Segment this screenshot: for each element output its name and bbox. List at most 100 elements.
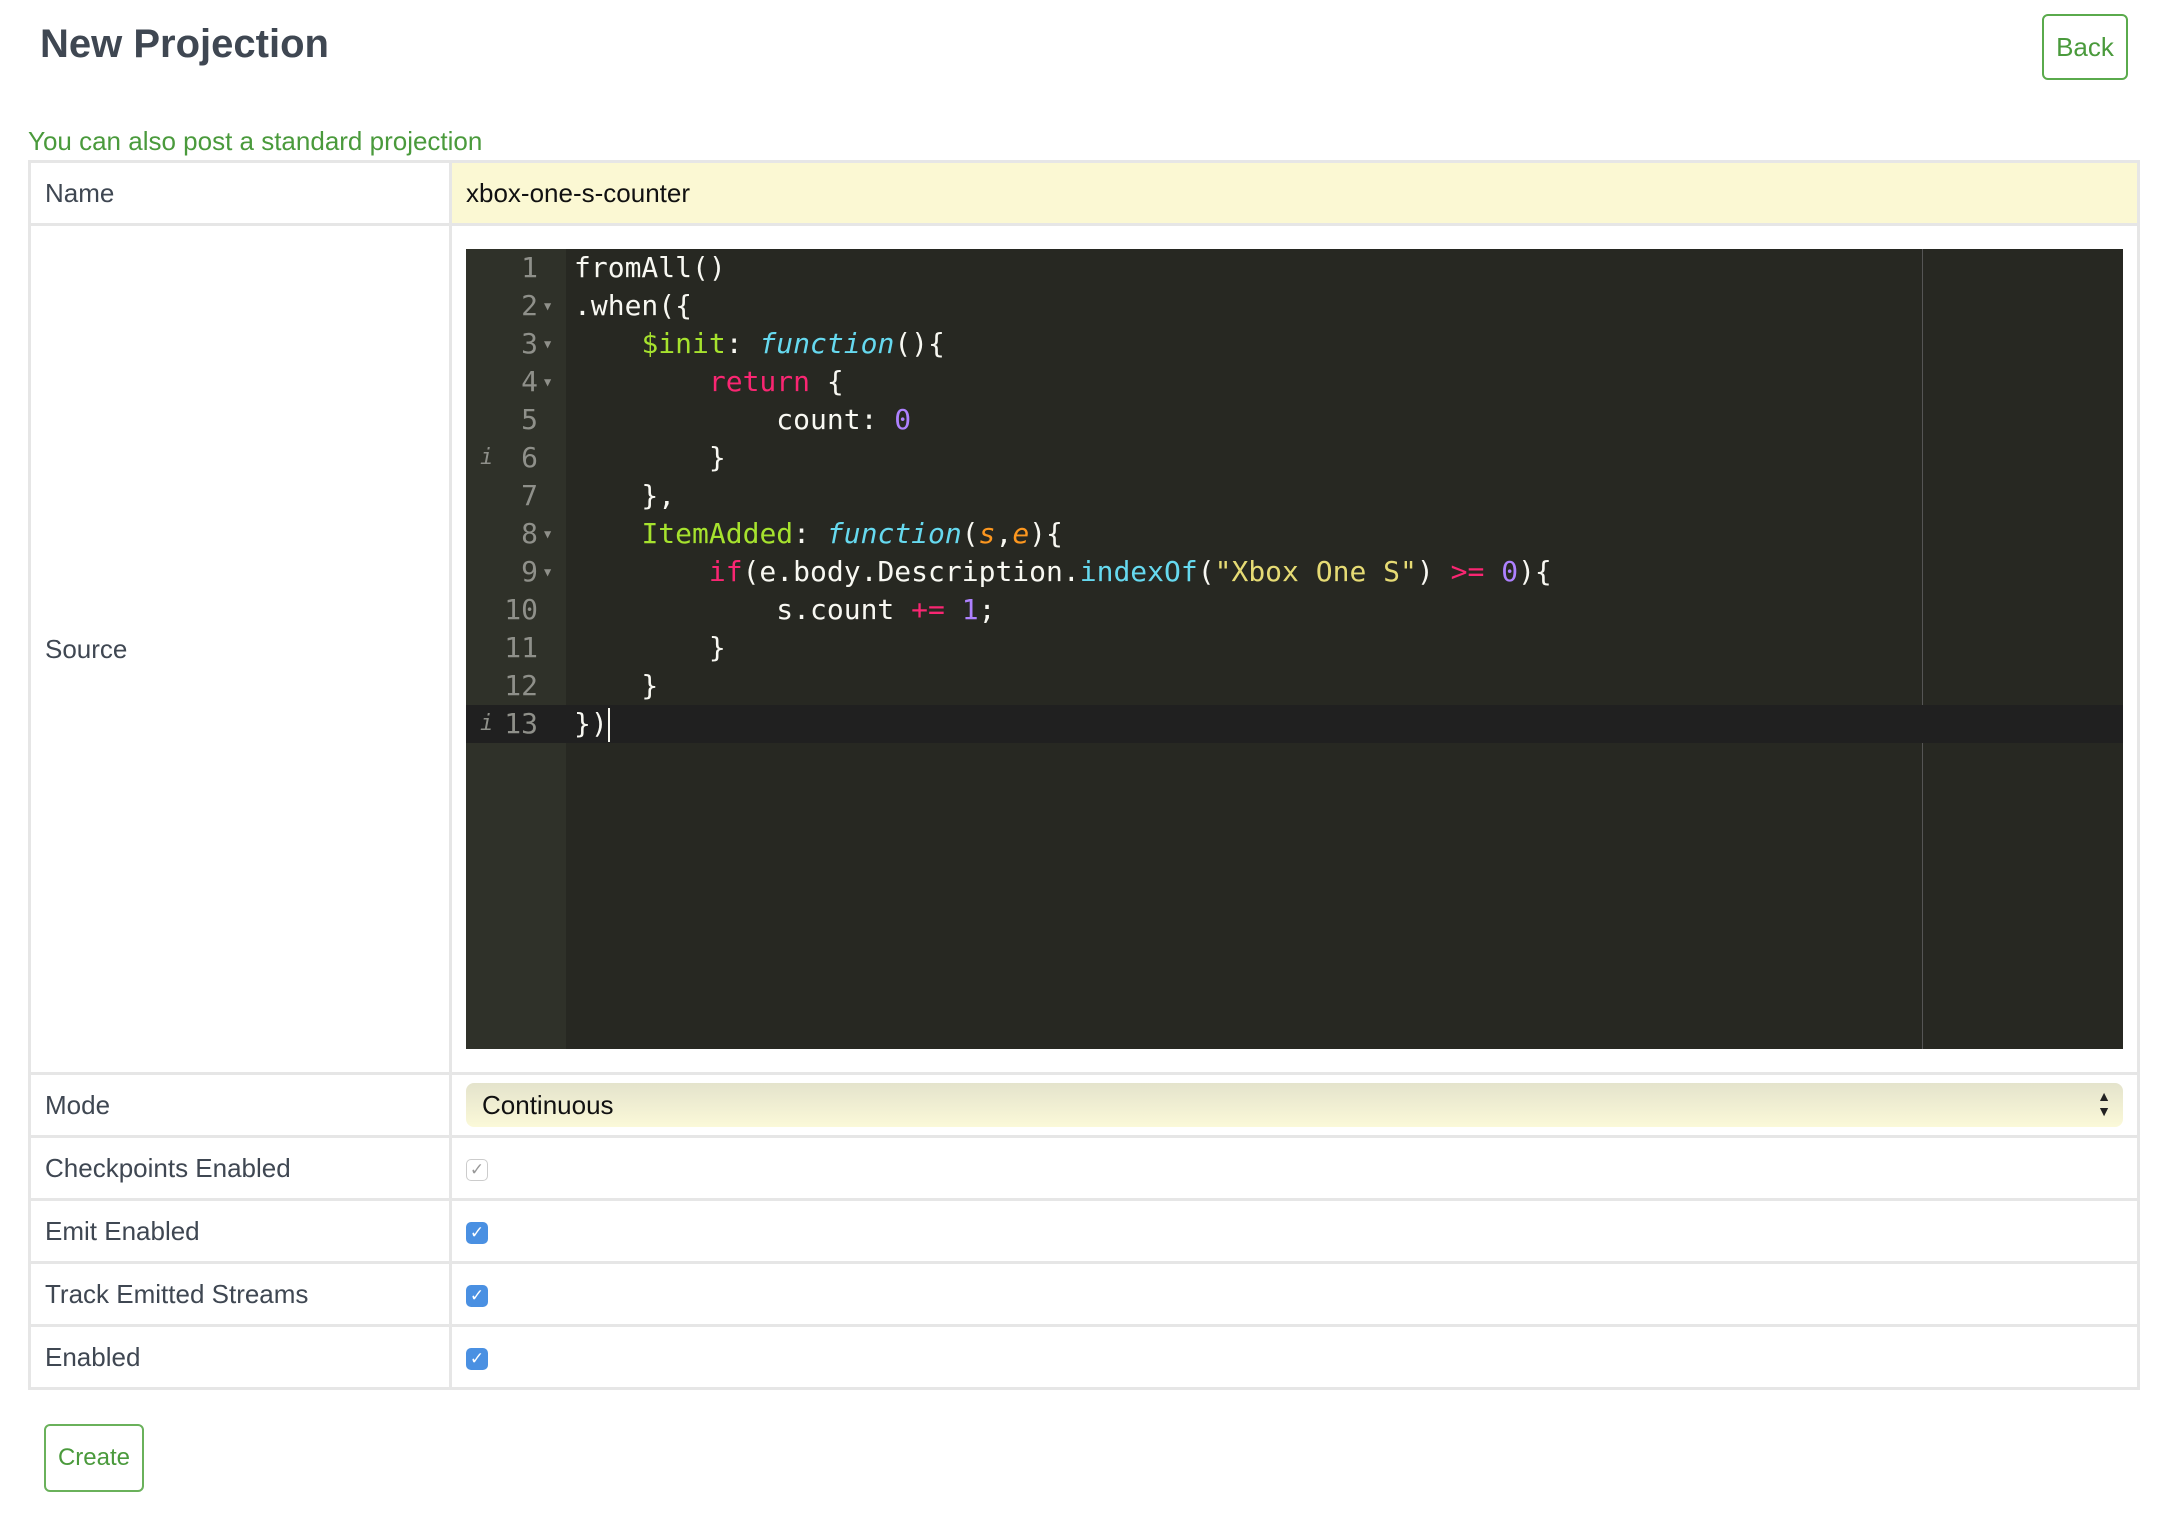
select-arrows-icon: ▲ ▼ bbox=[2097, 1088, 2111, 1119]
code-text: count: 0 bbox=[574, 401, 911, 439]
code-text: } bbox=[574, 629, 726, 667]
code-line: 12 } bbox=[466, 667, 2123, 705]
code-token: 0 bbox=[894, 403, 912, 436]
checkpoints-label: Checkpoints Enabled bbox=[28, 1135, 452, 1201]
code-token: indexOf bbox=[1079, 555, 1198, 588]
back-button[interactable]: Back bbox=[2042, 14, 2128, 80]
name-label: Name bbox=[28, 160, 452, 226]
code-token: { bbox=[810, 365, 844, 398]
emit-checkbox[interactable]: ✓ bbox=[466, 1221, 488, 1244]
source-row: Source 1 fromAll() 2 ▼ .when({3 ▼ $init: func… bbox=[28, 223, 2140, 1075]
line-number: 2 bbox=[521, 289, 538, 322]
code-token: .when({ bbox=[574, 289, 693, 322]
fold-arrow-icon[interactable]: ▼ bbox=[544, 325, 551, 363]
code-token: e bbox=[1012, 517, 1030, 550]
mode-label: Mode bbox=[28, 1072, 452, 1138]
code-token: += bbox=[911, 593, 945, 626]
code-text: ItemAdded: function(s,e){ bbox=[574, 515, 1063, 553]
code-line: 3 ▼ $init: function(){ bbox=[466, 325, 2123, 363]
line-number: 11 bbox=[504, 631, 538, 664]
code-line: 9 ▼ if(e.body.Description.indexOf("Xbox O… bbox=[466, 553, 2123, 591]
code-token: "Xbox One S" bbox=[1214, 555, 1417, 588]
code-token: : bbox=[725, 327, 760, 360]
code-line: 2 ▼ .when({ bbox=[466, 287, 2123, 325]
code-text: if(e.body.Description.indexOf("Xbox One … bbox=[574, 553, 1552, 591]
line-number: 3 bbox=[521, 327, 538, 360]
checkpoints-row: Checkpoints Enabled ✓ bbox=[28, 1135, 2140, 1201]
code-token: 0 bbox=[1501, 555, 1519, 588]
source-code-editor[interactable]: 1 fromAll() 2 ▼ .when({3 ▼ $init: function(){… bbox=[466, 249, 2123, 1049]
mode-row: Mode Continuous ▲ ▼ bbox=[28, 1072, 2140, 1138]
code-token: } bbox=[574, 631, 726, 664]
code-text: fromAll() bbox=[574, 249, 726, 287]
code-token: }) bbox=[574, 707, 608, 740]
code-token: return bbox=[708, 365, 811, 398]
line-number: 7 bbox=[521, 479, 538, 512]
code-token: >= bbox=[1450, 555, 1485, 588]
line-number: 10 bbox=[504, 593, 538, 626]
code-token: ; bbox=[978, 593, 996, 626]
mode-select[interactable]: Continuous ▲ ▼ bbox=[466, 1083, 2123, 1127]
line-number: 12 bbox=[504, 669, 538, 702]
code-text: }, bbox=[574, 477, 675, 515]
code-token: }, bbox=[574, 479, 676, 512]
fold-arrow-icon[interactable]: ▼ bbox=[544, 287, 551, 325]
code-line: 1 fromAll() bbox=[466, 249, 2123, 287]
code-token: ItemAdded bbox=[641, 517, 794, 550]
enabled-row: Enabled ✓ bbox=[28, 1324, 2140, 1390]
code-token: s.count bbox=[574, 593, 912, 626]
checkpoints-checkbox[interactable]: ✓ bbox=[466, 1158, 488, 1181]
create-button[interactable]: Create bbox=[44, 1424, 144, 1492]
fold-arrow-icon[interactable]: ▼ bbox=[544, 515, 551, 553]
code-text: } bbox=[574, 439, 726, 477]
code-line: 5 count: 0 bbox=[466, 401, 2123, 439]
track-label: Track Emitted Streams bbox=[28, 1261, 452, 1327]
code-token: (e.body.Description. bbox=[742, 555, 1080, 588]
code-line: 10 s.count += 1; bbox=[466, 591, 2123, 629]
code-token: ){ bbox=[1518, 555, 1552, 588]
fold-arrow-icon[interactable]: ▼ bbox=[544, 363, 551, 401]
code-line: 4 ▼ return { bbox=[466, 363, 2123, 401]
line-number: 1 bbox=[521, 251, 538, 284]
code-token: : bbox=[793, 517, 827, 550]
code-text: } bbox=[574, 667, 658, 705]
enabled-checkbox[interactable]: ✓ bbox=[466, 1347, 488, 1370]
text-cursor bbox=[607, 708, 610, 742]
code-token: function bbox=[759, 327, 895, 360]
code-text: s.count += 1; bbox=[574, 591, 995, 629]
code-text: }) bbox=[574, 705, 610, 743]
code-token: 1 bbox=[961, 593, 979, 626]
code-text: $init: function(){ bbox=[574, 325, 945, 363]
code-token: } bbox=[574, 441, 726, 474]
standard-projection-link[interactable]: You can also post a standard projection bbox=[28, 126, 482, 157]
code-token: ){ bbox=[1029, 517, 1063, 550]
code-line: i6 } bbox=[466, 439, 2123, 477]
code-line: 7 }, bbox=[466, 477, 2123, 515]
code-token: fromAll() bbox=[574, 251, 726, 284]
code-token: } bbox=[574, 669, 659, 702]
line-number: 8 bbox=[521, 517, 538, 550]
page-title: New Projection bbox=[40, 22, 329, 66]
mode-selected-value: Continuous bbox=[482, 1089, 614, 1120]
line-number: 13 bbox=[504, 707, 538, 740]
code-token: ) bbox=[1416, 555, 1451, 588]
name-row: Name xbox-one-s-counter bbox=[28, 160, 2140, 226]
name-input[interactable]: xbox-one-s-counter bbox=[449, 160, 2140, 226]
emit-row: Emit Enabled ✓ bbox=[28, 1198, 2140, 1264]
code-token: (){ bbox=[894, 327, 945, 360]
code-text: .when({ bbox=[574, 287, 692, 325]
code-line: 11 } bbox=[466, 629, 2123, 667]
code-line: 8 ▼ ItemAdded: function(s,e){ bbox=[466, 515, 2123, 553]
code-token: function bbox=[826, 517, 962, 550]
track-row: Track Emitted Streams ✓ bbox=[28, 1261, 2140, 1327]
line-number: 9 bbox=[521, 555, 538, 588]
source-label: Source bbox=[28, 223, 452, 1075]
track-emitted-streams-checkbox[interactable]: ✓ bbox=[466, 1284, 488, 1307]
fold-arrow-icon[interactable]: ▼ bbox=[544, 553, 551, 591]
line-number: 6 bbox=[521, 441, 538, 474]
line-number: 5 bbox=[521, 403, 538, 436]
